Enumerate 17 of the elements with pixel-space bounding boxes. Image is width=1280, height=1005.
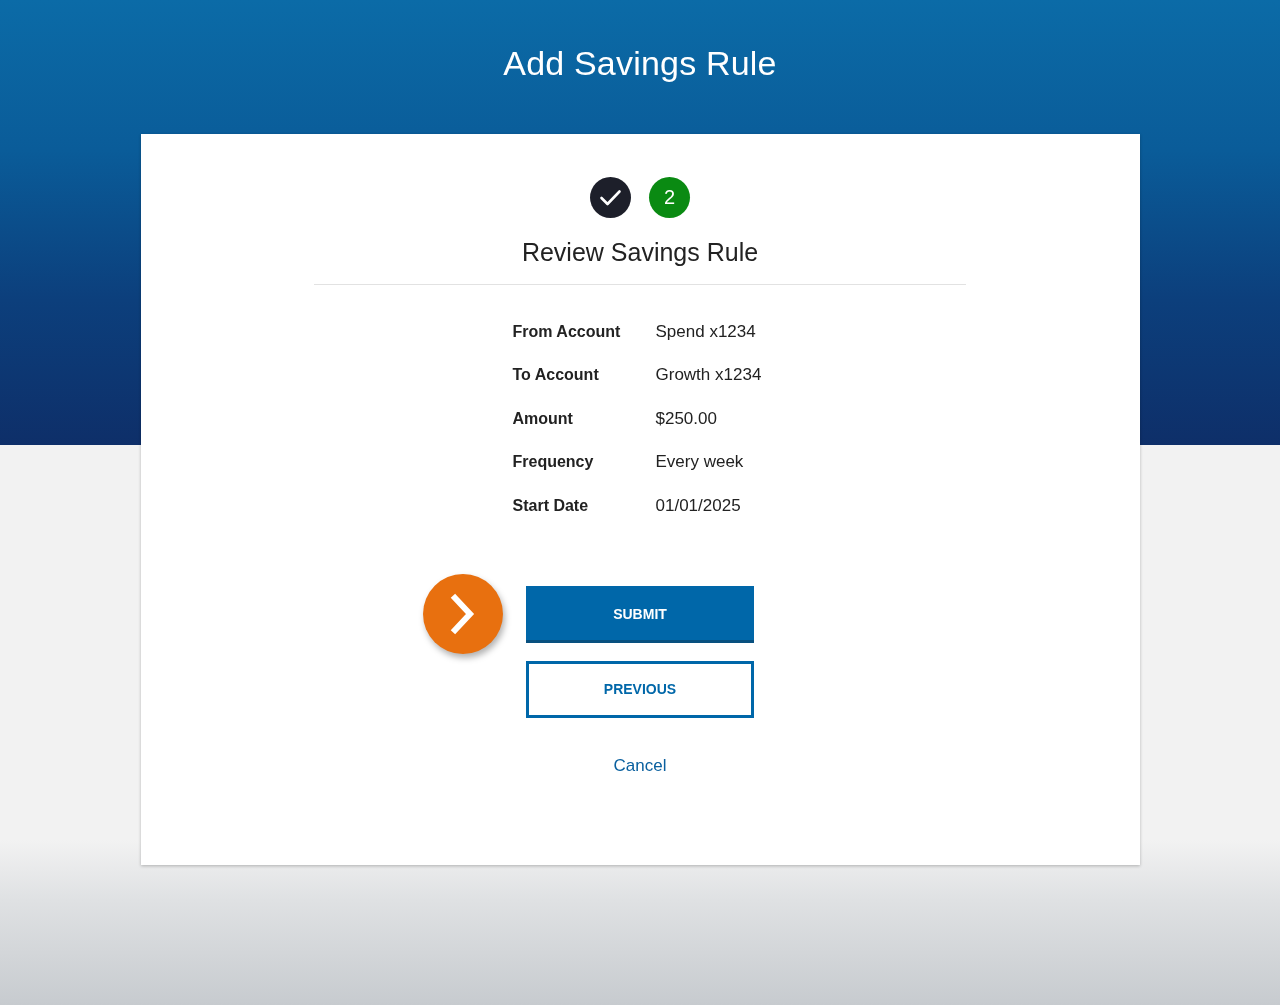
- detail-label: Amount: [512, 409, 574, 428]
- previous-button[interactable]: PREVIOUS: [526, 660, 754, 718]
- submit-button[interactable]: SUBMIT: [526, 585, 754, 643]
- page-title: Add Savings Rule: [503, 43, 777, 83]
- detail-label: To Account: [512, 366, 600, 385]
- detail-label: Frequency: [512, 453, 595, 472]
- review-heading: Review Savings Rule: [521, 237, 759, 267]
- detail-value: Spend x1234: [655, 321, 757, 342]
- detail-value: Growth x1234: [655, 365, 762, 386]
- cancel-link[interactable]: Cancel: [613, 754, 667, 777]
- detail-value: Every week: [655, 452, 745, 473]
- detail-value: 01/01/2025: [655, 495, 742, 516]
- detail-label: Start Date: [512, 496, 590, 515]
- chevron-marker-icon: [423, 573, 503, 654]
- step-number: 2: [649, 177, 690, 218]
- detail-label: From Account: [512, 322, 622, 341]
- detail-value: $250.00: [655, 408, 718, 429]
